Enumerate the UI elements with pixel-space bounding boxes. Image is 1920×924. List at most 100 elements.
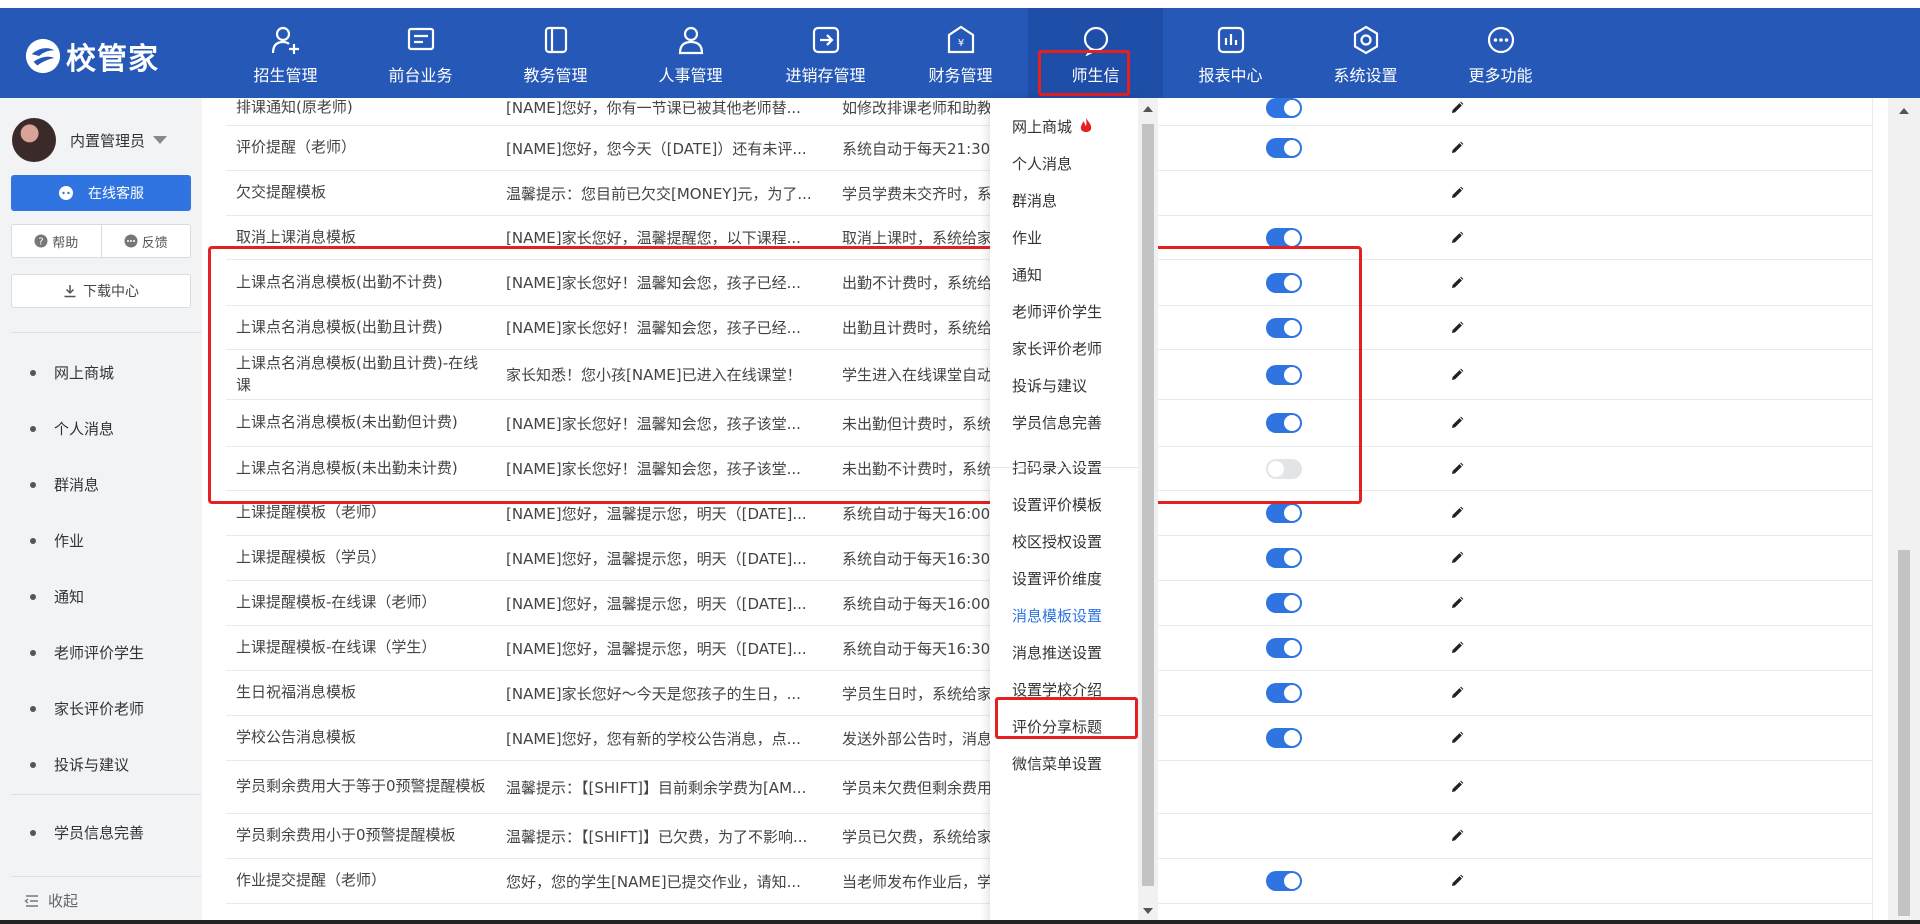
pencil-icon[interactable] <box>1450 780 1464 794</box>
nav-item[interactable]: 进销存管理 <box>758 8 893 98</box>
pencil-icon[interactable] <box>1450 321 1464 335</box>
dropdown-menu-item[interactable]: 网上商城 <box>1012 116 1094 137</box>
scroll-up-icon[interactable] <box>1899 108 1909 114</box>
toggle-cell <box>1266 581 1326 625</box>
help-button[interactable]: ? 帮助 <box>12 225 101 257</box>
nav-item-label: 招生管理 <box>253 66 318 85</box>
pencil-icon[interactable] <box>1450 874 1464 888</box>
more-icon <box>1487 26 1514 54</box>
enable-toggle[interactable] <box>1266 98 1302 118</box>
enable-toggle[interactable] <box>1266 593 1302 613</box>
help-feedback-row: ? 帮助 反馈 <box>11 224 191 258</box>
caret-down-icon[interactable] <box>153 136 168 144</box>
pencil-icon[interactable] <box>1450 231 1464 245</box>
sidebar-item[interactable]: 作业 <box>30 530 84 551</box>
pencil-icon[interactable] <box>1450 686 1464 700</box>
dropdown-menu-item[interactable]: 作业 <box>1012 227 1042 248</box>
sidebar-item[interactable]: 个人消息 <box>30 418 114 439</box>
enable-toggle[interactable] <box>1266 138 1302 158</box>
nav-item-label: 人事管理 <box>658 66 723 85</box>
sidebar-item[interactable]: 投诉与建议 <box>30 754 129 775</box>
user-add-icon <box>271 26 299 54</box>
feedback-button[interactable]: 反馈 <box>100 225 191 257</box>
nav-item[interactable]: 教务管理 <box>488 8 623 98</box>
nav-item[interactable]: 系统设置 <box>1298 8 1433 98</box>
toggle-cell <box>1266 626 1326 670</box>
online-service-button[interactable]: 在线客服 <box>11 175 191 211</box>
pencil-icon[interactable] <box>1450 276 1464 290</box>
dropdown-menu-item[interactable]: 群消息 <box>1012 190 1057 211</box>
sidebar-item[interactable]: 学员信息完善 <box>30 822 144 843</box>
dropdown-menu-item-label: 网上商城 <box>1012 118 1073 136</box>
enable-toggle[interactable] <box>1266 728 1302 748</box>
dropdown-menu-item[interactable]: 微信菜单设置 <box>1012 753 1102 774</box>
dropdown-scrollbar[interactable] <box>1138 98 1158 924</box>
download-center-label: 下载中心 <box>83 284 139 300</box>
pencil-icon[interactable] <box>1450 368 1464 382</box>
sidebar-item-label: 个人消息 <box>54 420 115 438</box>
settings-icon <box>1353 25 1378 55</box>
sidebar-item[interactable]: 网上商城 <box>30 362 114 383</box>
dropdown-scrollbar-thumb[interactable] <box>1142 124 1154 886</box>
nav-item[interactable]: 人事管理 <box>623 8 758 98</box>
dropdown-menu-item[interactable]: 校区授权设置 <box>1012 531 1102 552</box>
template-name: 排课通知(原老师) <box>236 98 353 116</box>
sidebar-item[interactable]: 老师评价学生 <box>30 642 144 663</box>
bullet-icon <box>30 649 36 656</box>
pencil-icon[interactable] <box>1450 641 1464 655</box>
page-scrollbar-thumb[interactable] <box>1898 550 1910 916</box>
report-icon <box>1217 26 1244 54</box>
pencil-icon[interactable] <box>1450 141 1464 155</box>
avatar[interactable] <box>12 118 56 162</box>
nav-item[interactable]: 更多功能 <box>1433 8 1568 98</box>
nav-item[interactable]: 前台业务 <box>353 8 488 98</box>
dropdown-menu-item[interactable]: 消息模板设置 <box>1012 605 1102 626</box>
nav-item[interactable]: 报表中心 <box>1163 8 1298 98</box>
sidebar-item[interactable]: 家长评价老师 <box>30 698 144 719</box>
collapse-button[interactable]: 收起 <box>24 890 78 911</box>
enable-toggle[interactable] <box>1266 638 1302 658</box>
dropdown-menu-item[interactable]: 家长评价老师 <box>1012 338 1102 359</box>
dropdown-menu-item[interactable]: 通知 <box>1012 264 1042 285</box>
pencil-icon[interactable] <box>1450 462 1464 476</box>
template-content: [NAME]您好，温馨提示您，明天（[DATE]... <box>506 594 807 613</box>
nav-item[interactable]: ¥ 财务管理 <box>893 8 1028 98</box>
edit-cell <box>1450 671 1480 715</box>
enable-toggle[interactable] <box>1266 227 1302 248</box>
sidebar-item-label: 网上商城 <box>54 364 115 382</box>
sidebar-item[interactable]: 群消息 <box>30 474 99 495</box>
pencil-icon[interactable] <box>1450 506 1464 520</box>
enable-toggle[interactable] <box>1266 548 1302 568</box>
dropdown-menu-item[interactable]: 消息推送设置 <box>1012 642 1102 663</box>
enable-toggle[interactable] <box>1266 871 1302 891</box>
dropdown-menu-item[interactable]: 学员信息完善 <box>1012 412 1102 433</box>
user-profile[interactable]: 内置管理员 <box>12 118 168 162</box>
template-name: 欠交提醒模板 <box>236 183 327 202</box>
nav-item-label: 更多功能 <box>1468 66 1533 85</box>
bullet-icon <box>30 481 36 488</box>
pencil-icon[interactable] <box>1450 416 1464 430</box>
pencil-icon[interactable] <box>1450 101 1464 115</box>
nav-item[interactable]: 招生管理 <box>218 8 353 98</box>
pencil-icon[interactable] <box>1450 829 1464 843</box>
sidebar-item[interactable]: 通知 <box>30 586 84 607</box>
download-icon <box>64 285 76 298</box>
dropdown-menu-item[interactable]: 设置评价维度 <box>1012 568 1102 589</box>
dropdown-menu-item[interactable]: 设置评价模板 <box>1012 494 1102 515</box>
dropdown-menu-item[interactable]: 个人消息 <box>1012 153 1072 174</box>
dropdown-menu-item[interactable]: 老师评价学生 <box>1012 301 1102 322</box>
scroll-down-icon[interactable] <box>1143 908 1153 914</box>
pencil-icon[interactable] <box>1450 186 1464 200</box>
dropdown-menu-item[interactable]: 投诉与建议 <box>1012 375 1087 396</box>
edit-cell <box>1450 171 1480 215</box>
enable-toggle[interactable] <box>1266 503 1302 523</box>
scroll-up-icon[interactable] <box>1143 106 1153 112</box>
app-logo[interactable]: 校管家 <box>24 34 159 78</box>
page-scrollbar[interactable] <box>1888 98 1920 924</box>
pencil-icon[interactable] <box>1450 551 1464 565</box>
pencil-icon[interactable] <box>1450 596 1464 610</box>
top-strip <box>0 0 1920 8</box>
download-center-button[interactable]: 下载中心 <box>11 274 191 308</box>
enable-toggle[interactable] <box>1266 683 1302 703</box>
pencil-icon[interactable] <box>1450 731 1464 745</box>
